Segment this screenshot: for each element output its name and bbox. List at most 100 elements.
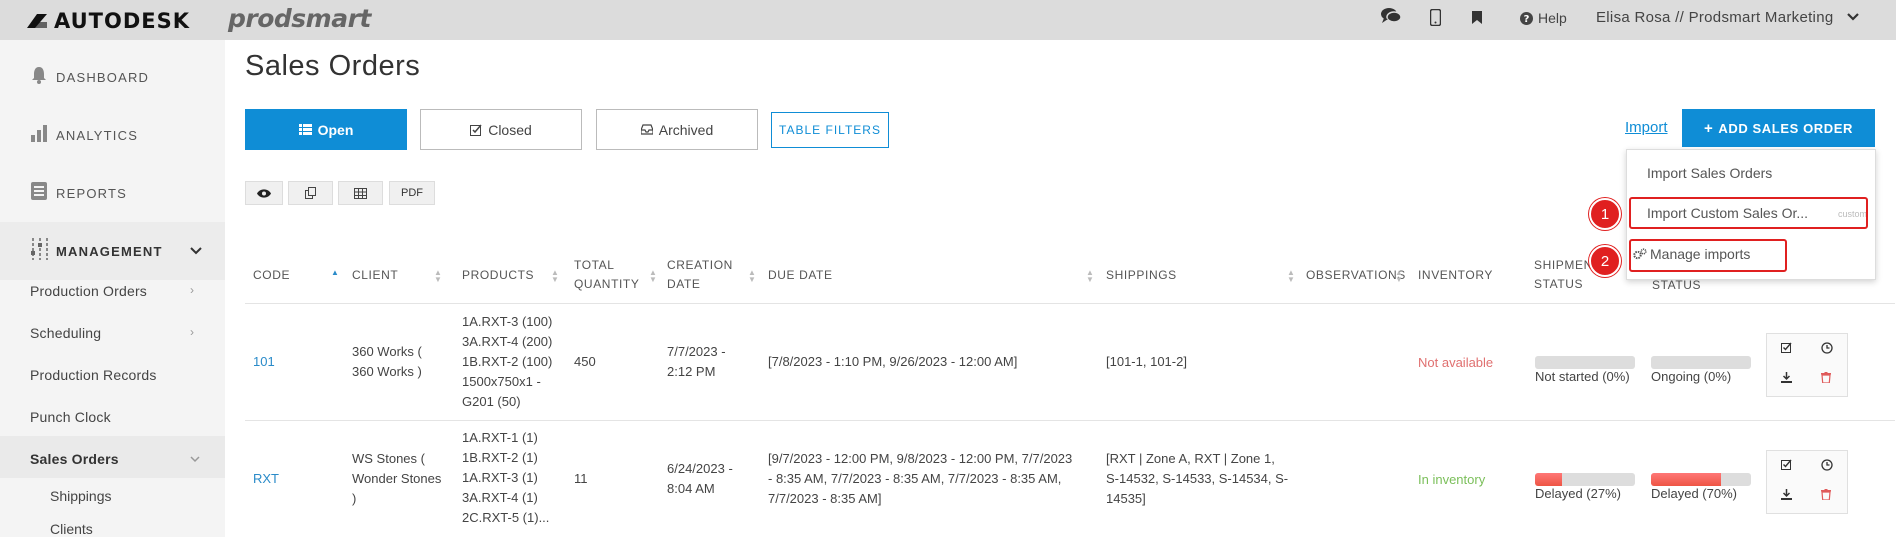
- user-label: Elisa Rosa // Prodsmart Marketing: [1596, 9, 1834, 26]
- column-header-client[interactable]: CLIENT: [352, 266, 398, 285]
- column-header-creation-date[interactable]: CREATION DATE: [667, 256, 733, 294]
- inbox-icon: [640, 124, 653, 135]
- plus-icon: +: [1703, 119, 1714, 137]
- shipment-status-label: Not started (0%): [1535, 369, 1630, 384]
- tab-archived[interactable]: Archived: [596, 109, 758, 150]
- sidebar-item-production-orders[interactable]: Production Orders: [30, 283, 147, 299]
- tab-closed[interactable]: Closed: [420, 109, 582, 150]
- column-header-total-quantity[interactable]: TOTAL QUANTITY: [574, 256, 639, 294]
- status-label: Delayed (70%): [1651, 486, 1737, 501]
- download-icon[interactable]: [1781, 372, 1792, 386]
- archive-clock-icon[interactable]: [1821, 342, 1833, 357]
- step-marker-2: 2: [1589, 245, 1621, 277]
- chevron-down-icon: [1847, 13, 1859, 21]
- sort-icon: ▲ ▼: [434, 268, 442, 284]
- view-columns-button[interactable]: [245, 181, 283, 205]
- chat-icon[interactable]: [1380, 7, 1402, 30]
- eye-icon: [257, 188, 271, 198]
- sidebar-item-punch-clock[interactable]: Punch Clock: [30, 409, 111, 425]
- sort-icon: ▲ ▼: [1086, 268, 1094, 284]
- tab-open[interactable]: Open: [245, 109, 407, 150]
- autodesk-logo[interactable]: AUTODESK: [26, 9, 190, 33]
- document-icon: [30, 181, 52, 206]
- chevron-down-icon: [190, 456, 200, 463]
- sidebar-item-reports[interactable]: REPORTS: [0, 164, 225, 222]
- client-cell: 360 Works (360 Works ): [352, 344, 422, 379]
- help-link[interactable]: ? Help: [1520, 10, 1567, 26]
- list-icon: [298, 124, 312, 135]
- chevron-right-icon: ›: [190, 283, 194, 297]
- sort-icon: ▲ ▼: [551, 268, 559, 284]
- top-bar: AUTODESK prodsmart ? Help Elisa Rosa // …: [0, 0, 1896, 40]
- shipment-status-label: Delayed (27%): [1535, 486, 1621, 501]
- table-divider: [245, 303, 1895, 304]
- help-icon: ?: [1520, 11, 1533, 25]
- table-icon: [354, 187, 367, 199]
- table-filters-button[interactable]: TABLE FILTERS: [771, 112, 889, 148]
- pdf-export-button[interactable]: PDF: [389, 181, 435, 205]
- checkbox-icon: [470, 124, 482, 136]
- autodesk-mark-icon: [27, 14, 47, 28]
- inventory-status: In inventory: [1418, 472, 1486, 487]
- column-header-shipment-status[interactable]: SHIPMEN STATUS: [1534, 256, 1593, 294]
- sort-icon: ▲ ▼: [1395, 268, 1403, 284]
- column-header-inventory[interactable]: INVENTORY: [1418, 266, 1493, 285]
- sidebar-item-dashboard[interactable]: DASHBOARD: [0, 48, 225, 106]
- bell-icon: [30, 66, 52, 89]
- sidebar-item-management[interactable]: MANAGEMENT: [0, 222, 225, 280]
- column-header-observations[interactable]: OBSERVATIONS: [1306, 266, 1406, 285]
- sidebar-item-shippings[interactable]: Shippings: [50, 488, 112, 504]
- order-code-link[interactable]: 101: [253, 352, 275, 372]
- sidebar: DASHBOARD ANALYTICS REPORTS MANAGEMENT P…: [0, 40, 225, 537]
- step-marker-1: 1: [1589, 198, 1621, 230]
- due-date-cell: [7/8/2023 - 1:10 PM, 9/26/2023 - 12:00 A…: [768, 354, 1018, 369]
- column-header-products[interactable]: PRODUCTS: [462, 266, 534, 285]
- user-menu[interactable]: Elisa Rosa // Prodsmart Marketing: [1596, 9, 1860, 26]
- order-code-link[interactable]: RXT: [253, 469, 279, 489]
- chevron-down-icon: [190, 247, 202, 255]
- sidebar-item-analytics[interactable]: ANALYTICS: [0, 106, 225, 164]
- total-quantity-cell: 11: [574, 471, 588, 486]
- inventory-status: Not available: [1418, 355, 1494, 370]
- table-divider: [245, 420, 1895, 421]
- column-header-due-date[interactable]: DUE DATE: [768, 266, 833, 285]
- column-header-code[interactable]: CODE: [253, 266, 290, 285]
- sidebar-item-production-records[interactable]: Production Records: [30, 367, 157, 383]
- sidebar-item-scheduling[interactable]: Scheduling: [30, 325, 101, 341]
- highlight-custom-import: [1629, 197, 1868, 229]
- add-sales-order-button[interactable]: + ADD SALES ORDER: [1682, 109, 1875, 147]
- sidebar-item-clients[interactable]: Clients: [50, 521, 93, 537]
- close-order-icon[interactable]: [1781, 459, 1792, 473]
- copy-button[interactable]: [288, 181, 333, 205]
- products-cell: 1A.RXT-1 (1) 1B.RXT-2 (1) 1A.RXT-3 (1) 3…: [462, 430, 550, 525]
- delete-icon[interactable]: [1821, 372, 1831, 386]
- status-label: Ongoing (0%): [1651, 369, 1732, 384]
- mobile-icon[interactable]: [1429, 8, 1442, 31]
- import-link[interactable]: Import: [1625, 119, 1668, 136]
- sort-asc-icon: ▲: [331, 268, 339, 277]
- highlight-manage-imports: [1629, 239, 1787, 272]
- archive-clock-icon[interactable]: [1821, 459, 1833, 474]
- column-header-shippings[interactable]: SHIPPINGS: [1106, 266, 1177, 285]
- sort-icon: ▲ ▼: [649, 268, 657, 284]
- products-cell: 1A.RXT-3 (100) 3A.RXT-4 (200) 1B.RXT-2 (…: [462, 314, 553, 409]
- delete-icon[interactable]: [1821, 489, 1831, 503]
- client-cell: WS Stones (Wonder Stones): [352, 451, 442, 506]
- chevron-right-icon: ›: [190, 325, 194, 339]
- close-order-icon[interactable]: [1781, 342, 1792, 356]
- prodsmart-logo[interactable]: prodsmart: [228, 4, 371, 33]
- sidebar-item-sales-orders[interactable]: Sales Orders: [30, 451, 119, 467]
- excel-export-button[interactable]: [338, 181, 383, 205]
- bookmark-icon[interactable]: [1472, 11, 1482, 29]
- shippings-cell: [RXT | Zone A, RXT | Zone 1, S-14532, S-1…: [1106, 451, 1289, 506]
- due-date-cell: [9/7/2023 - 12:00 PM, 9/8/2023 - 12:00 P…: [768, 451, 1073, 506]
- sort-icon: ▲ ▼: [748, 268, 756, 284]
- sliders-icon: [30, 237, 52, 265]
- import-sales-orders-item[interactable]: Import Sales Orders: [1647, 165, 1772, 181]
- creation-date-cell: 6/24/2023 -8:04 AM: [667, 461, 733, 496]
- help-label: Help: [1538, 10, 1567, 26]
- row-actions: [1766, 450, 1848, 514]
- sort-icon: ▲ ▼: [1287, 268, 1295, 284]
- download-icon[interactable]: [1781, 489, 1792, 503]
- copy-icon: [304, 187, 316, 199]
